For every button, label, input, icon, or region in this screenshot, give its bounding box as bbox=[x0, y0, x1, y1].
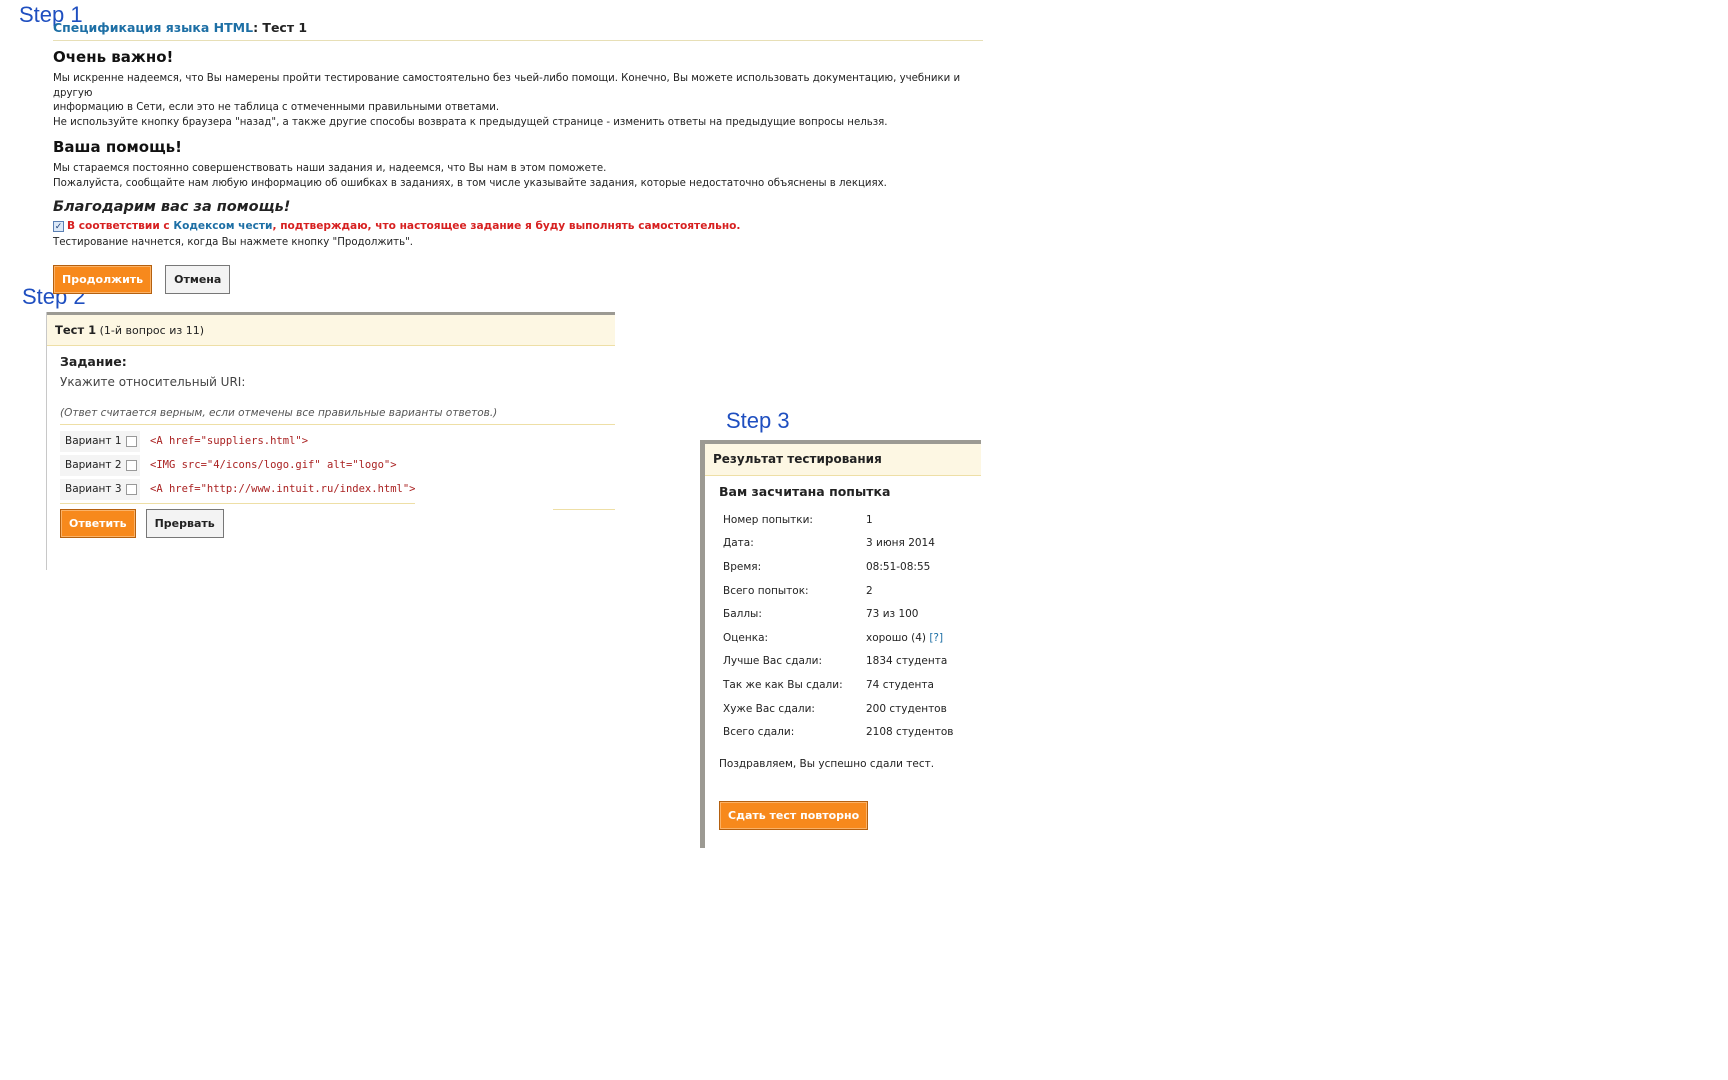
honor-text-end: , подтверждаю, что настоящее задание я б… bbox=[272, 220, 741, 232]
option-label-text: Вариант 2 bbox=[65, 458, 122, 471]
result-row: Так же как Вы сдали: 74 студента bbox=[719, 673, 953, 697]
result-row: Всего сдали: 2108 студентов bbox=[719, 720, 953, 744]
options-divider-right bbox=[553, 509, 615, 510]
result-value: 74 студента bbox=[866, 678, 934, 691]
option-code: <A href="suppliers.html"> bbox=[150, 435, 309, 447]
result-key: Всего попыток: bbox=[723, 584, 809, 597]
task-text: Укажите относительный URI: bbox=[60, 375, 246, 389]
result-panel: Результат тестирования Вам засчитана поп… bbox=[700, 440, 981, 848]
continue-button[interactable]: Продолжить bbox=[53, 264, 153, 294]
option-row: Вариант 2 <IMG src="4/icons/logo.gif" al… bbox=[60, 453, 615, 477]
question-actions: Ответить Прервать bbox=[60, 509, 615, 538]
abort-button[interactable]: Прервать bbox=[145, 509, 224, 538]
test-title: Тест 1 bbox=[55, 323, 97, 337]
result-actions: Сдать тест повторно bbox=[719, 800, 981, 830]
start-note: Тестирование начнется, когда Вы нажмете … bbox=[53, 237, 414, 248]
grade-help-link[interactable]: [?] bbox=[929, 632, 943, 644]
result-key: Баллы: bbox=[723, 608, 762, 621]
retry-test-button[interactable]: Сдать тест повторно bbox=[719, 800, 869, 830]
result-header: Результат тестирования bbox=[705, 444, 981, 476]
result-row: Баллы: 73 из 100 bbox=[719, 602, 953, 626]
option-label: Вариант 1 bbox=[60, 430, 140, 452]
result-key: Оценка: bbox=[723, 631, 769, 644]
option-label-text: Вариант 3 bbox=[65, 482, 122, 495]
option-label: Вариант 2 bbox=[60, 454, 140, 476]
honor-text: В соответствии с Кодексом чести, подтвер… bbox=[67, 220, 740, 232]
result-value: 73 из 100 bbox=[866, 608, 919, 621]
options-list: Вариант 1 <A href="suppliers.html"> Вари… bbox=[47, 429, 615, 501]
question-progress: (1-й вопрос из 11) bbox=[99, 324, 204, 337]
result-row: Хуже Вас сдали: 200 студентов bbox=[719, 697, 953, 721]
help-line: Мы стараемся постоянно совершенствовать … bbox=[53, 163, 607, 174]
option-checkbox[interactable] bbox=[125, 459, 137, 471]
answer-note: (Ответ считается верным, если отмечены в… bbox=[60, 407, 615, 425]
help-line: Пожалуйста, сообщайте нам любую информац… bbox=[53, 177, 887, 189]
honor-text-start: В соответствии с bbox=[67, 220, 174, 232]
result-key: Время: bbox=[723, 560, 762, 573]
result-key: Хуже Вас сдали: bbox=[723, 702, 815, 715]
result-value: 2 bbox=[866, 584, 873, 597]
option-code: <A href="http://www.intuit.ru/index.html… bbox=[150, 483, 416, 495]
option-checkbox[interactable] bbox=[125, 435, 137, 447]
result-row: Номер попытки: 1 bbox=[719, 508, 953, 532]
question-panel: Тест 1 (1-й вопрос из 11) Задание: Укажи… bbox=[46, 312, 615, 570]
honor-code-row: ✓ В соответствии с Кодексом чести, подтв… bbox=[53, 220, 983, 232]
result-value: 1834 студента bbox=[866, 655, 948, 668]
option-code: <IMG src="4/icons/logo.gif" alt="logo"> bbox=[150, 459, 397, 471]
important-line: информацию в Сети, если это не таблица с… bbox=[53, 102, 500, 113]
result-row: Лучше Вас сдали: 1834 студента bbox=[719, 650, 953, 674]
result-key: Так же как Вы сдали: bbox=[723, 678, 843, 691]
result-value: 3 июня 2014 bbox=[866, 537, 935, 550]
option-label-text: Вариант 1 bbox=[65, 434, 122, 447]
grade-value: хорошо (4) bbox=[866, 631, 926, 644]
step-3-label: Step 3 bbox=[726, 408, 790, 433]
result-key: Лучше Вас сдали: bbox=[723, 655, 823, 668]
help-text: Мы стараемся постоянно совершенствовать … bbox=[53, 162, 983, 191]
result-value: 2108 студентов bbox=[866, 726, 954, 739]
honor-checkbox[interactable]: ✓ bbox=[53, 220, 64, 232]
question-header: Тест 1 (1-й вопрос из 11) bbox=[47, 315, 615, 346]
course-link[interactable]: Спецификация языка HTML bbox=[53, 20, 253, 35]
result-table: Номер попытки: 1 Дата: 3 июня 2014 Время: 0… bbox=[719, 508, 953, 744]
result-key: Номер попытки: bbox=[723, 513, 813, 526]
result-row: Время: 08:51-08:55 bbox=[719, 555, 953, 579]
thanks-heading: Благодарим вас за помощь! bbox=[53, 199, 291, 215]
important-text: Мы искренне надеемся, что Вы намерены пр… bbox=[53, 72, 983, 130]
honor-code-link[interactable]: Кодексом чести bbox=[173, 220, 272, 232]
cancel-button[interactable]: Отмена bbox=[165, 264, 231, 294]
result-value: 08:51-08:55 bbox=[866, 560, 931, 573]
result-value: 200 студентов bbox=[866, 702, 947, 715]
important-line: Не используйте кнопку браузера "назад", … bbox=[53, 116, 888, 128]
result-row: Оценка: хорошо (4) [?] bbox=[719, 626, 953, 650]
result-row: Дата: 3 июня 2014 bbox=[719, 532, 953, 556]
breadcrumb-current: : Тест 1 bbox=[253, 20, 308, 35]
answer-button[interactable]: Ответить bbox=[60, 509, 136, 538]
result-row: Всего попыток: 2 bbox=[719, 579, 953, 603]
option-checkbox[interactable] bbox=[125, 483, 137, 495]
options-divider bbox=[60, 503, 415, 504]
congrats-text: Поздравляем, Вы успешно сдали тест. bbox=[719, 757, 935, 770]
honor-code-panel: Спецификация языка HTML: Тест 1 Очень ва… bbox=[53, 20, 983, 294]
result-key: Всего сдали: bbox=[723, 726, 795, 739]
option-label: Вариант 3 bbox=[60, 478, 140, 500]
important-heading: Очень важно! bbox=[53, 48, 174, 66]
step1-actions: Продолжить Отмена bbox=[53, 264, 983, 294]
help-heading: Ваша помощь! bbox=[53, 138, 182, 156]
result-value: 1 bbox=[866, 513, 873, 526]
important-line: Мы искренне надеемся, что Вы намерены пр… bbox=[53, 73, 961, 99]
task-label: Задание: bbox=[60, 354, 127, 369]
result-value: хорошо (4) [?] bbox=[866, 626, 953, 650]
result-subtitle: Вам засчитана попытка bbox=[719, 484, 891, 499]
option-row: Вариант 3 <A href="http://www.intuit.ru/… bbox=[60, 477, 615, 501]
breadcrumb: Спецификация языка HTML: Тест 1 bbox=[53, 20, 983, 41]
result-key: Дата: bbox=[723, 537, 754, 550]
option-row: Вариант 1 <A href="suppliers.html"> bbox=[60, 429, 615, 453]
